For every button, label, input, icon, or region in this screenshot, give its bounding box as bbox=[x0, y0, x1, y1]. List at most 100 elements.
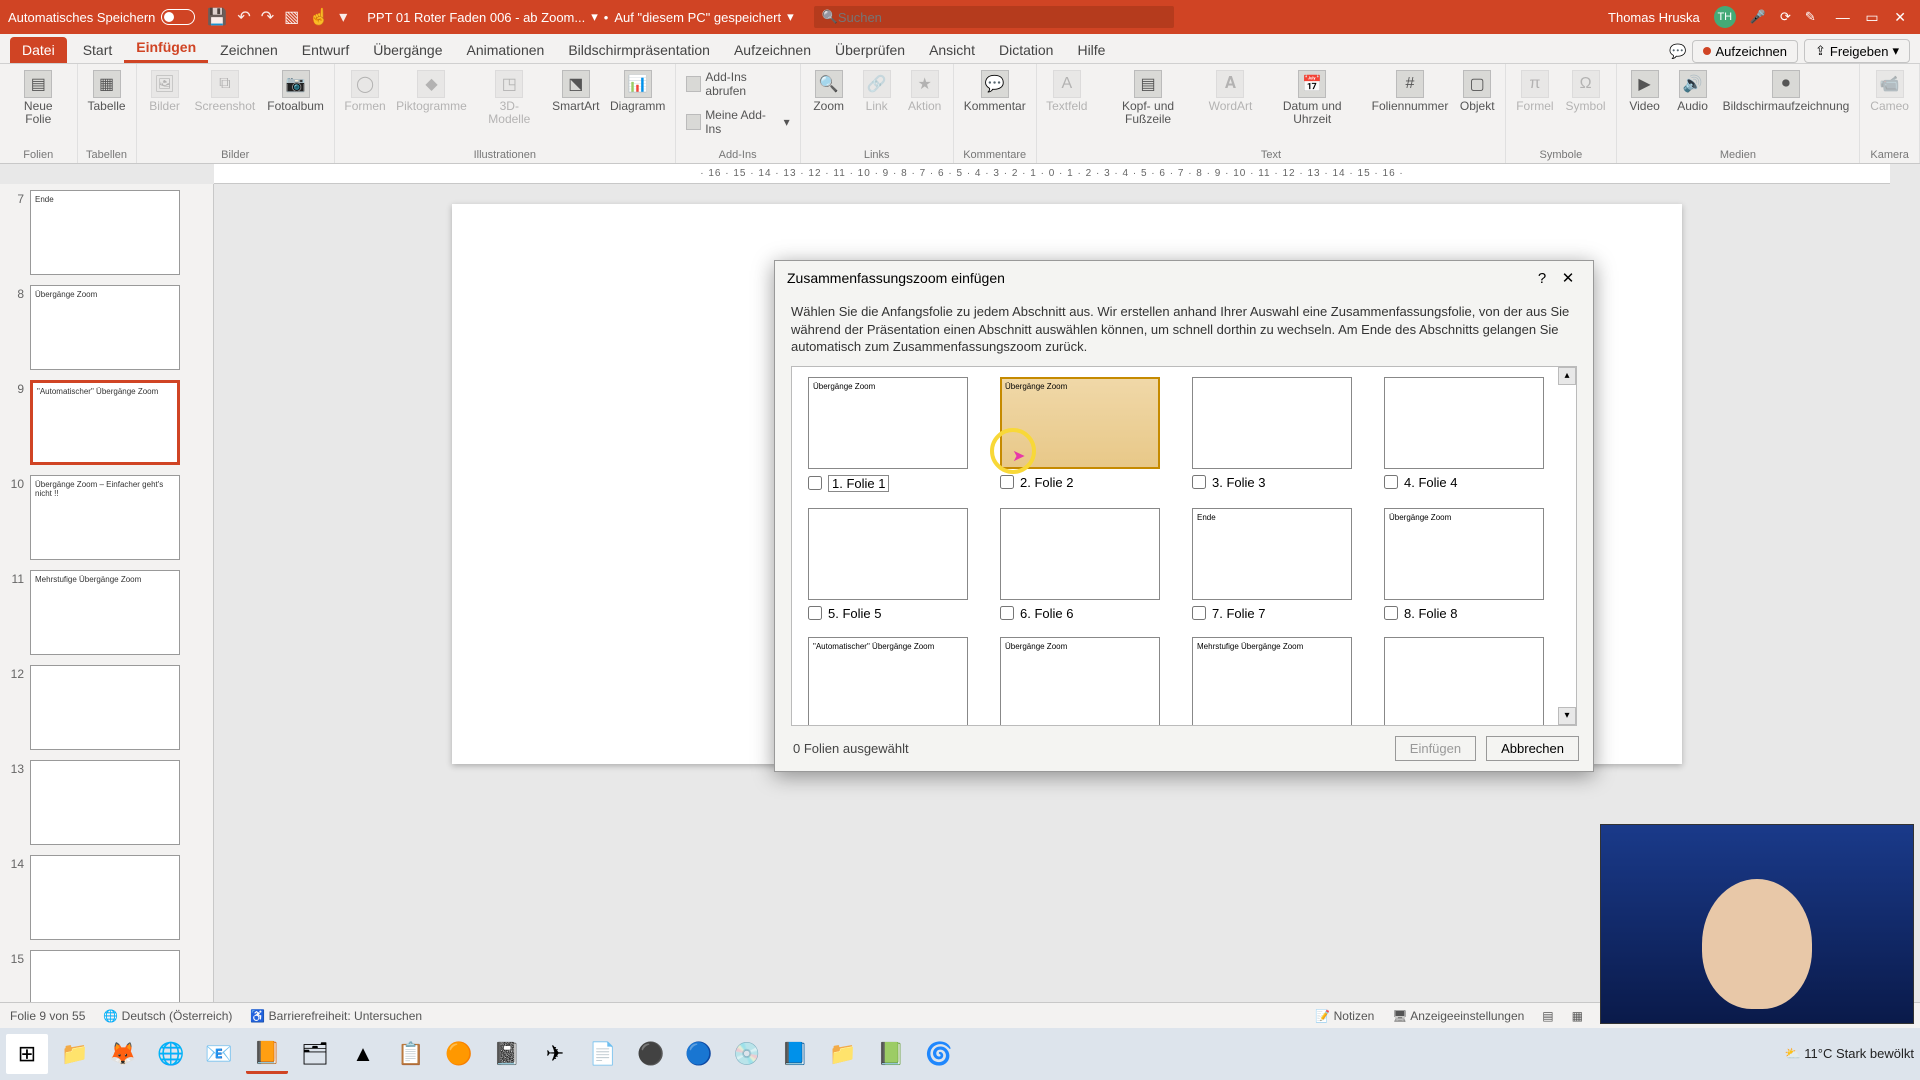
word-icon[interactable]: 📘 bbox=[774, 1034, 816, 1074]
autosave-toggle[interactable]: Automatisches Speichern bbox=[8, 9, 195, 25]
slide-checkbox[interactable] bbox=[1000, 475, 1014, 489]
notes-icon[interactable]: ✎ bbox=[1805, 9, 1816, 25]
search-box[interactable]: 🔍 bbox=[814, 6, 1174, 28]
onenote-icon[interactable]: 📓 bbox=[486, 1034, 528, 1074]
zoom-button[interactable]: 🔍Zoom bbox=[807, 68, 851, 115]
dialog-slide-item[interactable]: Übergänge Zoom bbox=[1000, 637, 1176, 726]
get-addins-button[interactable]: Add-Ins abrufen bbox=[682, 68, 794, 100]
slide-thumbnail[interactable]: 8Übergänge Zoom bbox=[4, 285, 209, 370]
dialog-help-button[interactable]: ? bbox=[1529, 270, 1555, 287]
dialog-slide-item[interactable]: 5. Folie 5 bbox=[808, 508, 984, 621]
firefox-icon[interactable]: 🦊 bbox=[102, 1034, 144, 1074]
comments-toggle-icon[interactable]: 💬 bbox=[1669, 43, 1686, 60]
slide-thumbnail[interactable]: 11Mehrstufige Übergänge Zoom bbox=[4, 570, 209, 655]
tab-animations[interactable]: Animationen bbox=[455, 37, 557, 63]
dialog-slide-item[interactable]: Übergänge Zoom8. Folie 8 bbox=[1384, 508, 1560, 621]
tab-transitions[interactable]: Übergänge bbox=[361, 37, 454, 63]
outlook-icon[interactable]: 📧 bbox=[198, 1034, 240, 1074]
cameo-button[interactable]: 📹Cameo bbox=[1866, 68, 1913, 115]
3dmodels-button[interactable]: ◳3D- Modelle bbox=[474, 68, 545, 128]
dialog-slide-grid[interactable]: ▴ Übergänge Zoom1. Folie 1Übergänge Zoom… bbox=[791, 366, 1577, 726]
object-button[interactable]: ▢Objekt bbox=[1455, 68, 1499, 115]
dialog-slide-item[interactable]: Mehrstufige Übergänge Zoom bbox=[1192, 637, 1368, 726]
textbox-button[interactable]: ATextfeld bbox=[1043, 68, 1091, 115]
mic-icon[interactable]: 🎤 bbox=[1750, 9, 1766, 25]
app-icon[interactable]: 📋 bbox=[390, 1034, 432, 1074]
quick-access-toolbar[interactable]: 💾 ↶ ↷ ▧ ☝ ▾ bbox=[207, 7, 347, 27]
chart-button[interactable]: 📊Diagramm bbox=[607, 68, 669, 115]
powerpoint-icon[interactable]: 📙 bbox=[246, 1034, 288, 1074]
video-button[interactable]: ▶Video bbox=[1623, 68, 1667, 115]
accessibility-check[interactable]: ♿ Barrierefreiheit: Untersuchen bbox=[250, 1009, 422, 1023]
share-button[interactable]: ⇪Freigeben▾ bbox=[1804, 39, 1910, 63]
dialog-slide-item[interactable]: Übergänge Zoom2. Folie 2 bbox=[1000, 377, 1176, 492]
app-icon[interactable]: 🔵 bbox=[678, 1034, 720, 1074]
icons-button[interactable]: ◆Piktogramme bbox=[393, 68, 470, 115]
slide-thumbnail[interactable]: 7Ende bbox=[4, 190, 209, 275]
slide-thumbnail[interactable]: 10Übergänge Zoom – Einfacher geht's nich… bbox=[4, 475, 209, 560]
photoalbum-button[interactable]: 📷Fotoalbum bbox=[263, 68, 328, 115]
my-addins-button[interactable]: Meine Add-Ins▾ bbox=[682, 106, 794, 138]
app-icon[interactable]: 🗂 bbox=[294, 1034, 336, 1074]
obs-icon[interactable]: ⚫ bbox=[630, 1034, 672, 1074]
wordart-button[interactable]: 𝐀WordArt bbox=[1205, 68, 1256, 115]
start-button[interactable]: ⊞ bbox=[6, 1034, 48, 1074]
audio-button[interactable]: 🔊Audio bbox=[1671, 68, 1715, 115]
slide-indicator[interactable]: Folie 9 von 55 bbox=[10, 1009, 85, 1023]
chrome-icon[interactable]: 🌐 bbox=[150, 1034, 192, 1074]
insert-button[interactable]: Einfügen bbox=[1395, 736, 1476, 761]
app-icon[interactable]: 💿 bbox=[726, 1034, 768, 1074]
slide-checkbox[interactable] bbox=[1192, 606, 1206, 620]
slide-checkbox[interactable] bbox=[1384, 606, 1398, 620]
slide-thumbnail[interactable]: 9"Automatischer" Übergänge Zoom bbox=[4, 380, 209, 465]
explorer-icon[interactable]: 📁 bbox=[54, 1034, 96, 1074]
scroll-down-button[interactable]: ▾ bbox=[1558, 707, 1576, 725]
language-indicator[interactable]: 🌐 Deutsch (Österreich) bbox=[103, 1009, 232, 1023]
pictures-button[interactable]: 🖼Bilder bbox=[143, 68, 187, 115]
user-name[interactable]: Thomas Hruska bbox=[1608, 10, 1700, 25]
slide-checkbox[interactable] bbox=[808, 476, 822, 490]
slide-checkbox[interactable] bbox=[1192, 475, 1206, 489]
tab-dictation[interactable]: Dictation bbox=[987, 37, 1065, 63]
tab-file[interactable]: Datei bbox=[10, 37, 67, 63]
dialog-slide-item[interactable] bbox=[1384, 637, 1560, 726]
comment-button[interactable]: 💬Kommentar bbox=[960, 68, 1030, 115]
shapes-button[interactable]: ◯Formen bbox=[341, 68, 389, 115]
new-slide-button[interactable]: ▤Neue Folie bbox=[6, 68, 71, 128]
dialog-close-button[interactable]: ✕ bbox=[1555, 269, 1581, 287]
tab-review[interactable]: Überprüfen bbox=[823, 37, 917, 63]
close-button[interactable]: ✕ bbox=[1888, 9, 1912, 25]
tab-design[interactable]: Entwurf bbox=[290, 37, 361, 63]
slide-thumbnail-panel[interactable]: 7Ende 8Übergänge Zoom 9"Automatischer" Übe… bbox=[0, 184, 214, 1050]
app-icon[interactable]: 📄 bbox=[582, 1034, 624, 1074]
datetime-button[interactable]: 📅Datum und Uhrzeit bbox=[1260, 68, 1365, 128]
tab-view[interactable]: Ansicht bbox=[917, 37, 987, 63]
display-settings[interactable]: 🖥 Anzeigeeinstellungen bbox=[1392, 1009, 1524, 1023]
record-button[interactable]: Aufzeichnen bbox=[1692, 40, 1798, 63]
symbol-button[interactable]: ΩSymbol bbox=[1562, 68, 1610, 115]
tab-slideshow[interactable]: Bildschirmpräsentation bbox=[556, 37, 722, 63]
app-icon[interactable]: 📁 bbox=[822, 1034, 864, 1074]
view-normal-icon[interactable]: ▤ bbox=[1542, 1009, 1553, 1023]
smartart-button[interactable]: ⬔SmartArt bbox=[549, 68, 603, 115]
dialog-slide-item[interactable]: 3. Folie 3 bbox=[1192, 377, 1368, 492]
slide-checkbox[interactable] bbox=[1000, 606, 1014, 620]
equation-button[interactable]: πFormel bbox=[1512, 68, 1557, 115]
dialog-slide-item[interactable]: Ende7. Folie 7 bbox=[1192, 508, 1368, 621]
dialog-slide-item[interactable]: 4. Folie 4 bbox=[1384, 377, 1560, 492]
tab-draw[interactable]: Zeichnen bbox=[208, 37, 290, 63]
slidenumber-button[interactable]: #Foliennummer bbox=[1369, 68, 1451, 115]
tab-help[interactable]: Hilfe bbox=[1065, 37, 1117, 63]
slide-thumbnail[interactable]: 14 bbox=[4, 855, 209, 940]
slide-checkbox[interactable] bbox=[1384, 475, 1398, 489]
sync-icon[interactable]: ⟳ bbox=[1780, 9, 1791, 25]
maximize-button[interactable]: ▭ bbox=[1859, 9, 1884, 25]
action-button[interactable]: ★Aktion bbox=[903, 68, 947, 115]
headerfooter-button[interactable]: ▤Kopf- und Fußzeile bbox=[1095, 68, 1201, 128]
document-title[interactable]: PPT 01 Roter Faden 006 - ab Zoom...▾ • A… bbox=[367, 9, 793, 25]
tab-insert[interactable]: Einfügen bbox=[124, 34, 208, 63]
user-avatar[interactable]: TH bbox=[1714, 6, 1736, 28]
dialog-slide-item[interactable]: 6. Folie 6 bbox=[1000, 508, 1176, 621]
app-icon[interactable]: 🟠 bbox=[438, 1034, 480, 1074]
telegram-icon[interactable]: ✈ bbox=[534, 1034, 576, 1074]
